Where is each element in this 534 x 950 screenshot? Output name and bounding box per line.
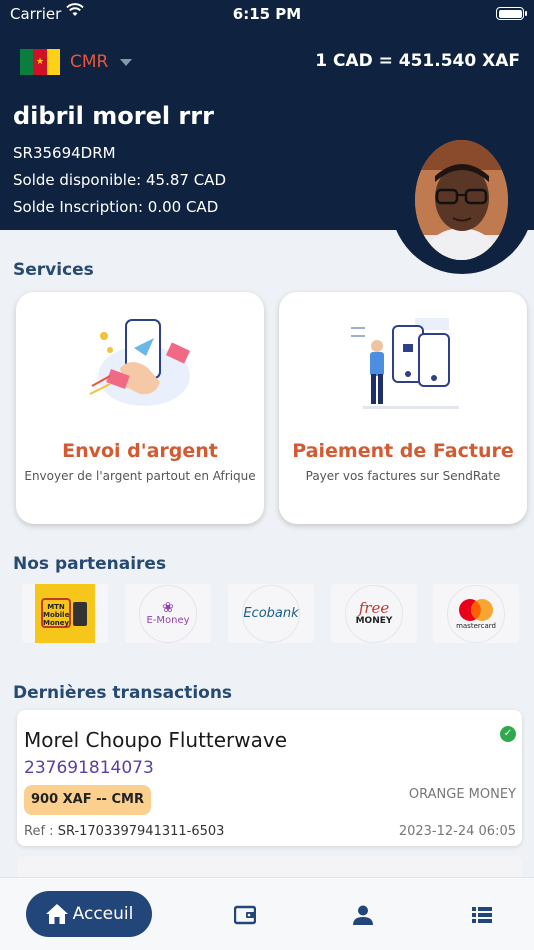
registration-balance: Solde Inscription: 0.00 CAD [13,198,219,216]
battery-icon [496,7,527,20]
partner-emoney[interactable]: ❀ E-Money [125,584,211,643]
wallet-icon[interactable] [233,904,257,926]
service-title: Paiement de Facture [292,440,514,462]
country-selector[interactable]: ★ CMR [20,49,133,75]
service-card-bill-payment[interactable]: Paiement de Facture Payer vos factures s… [279,292,527,524]
service-description: Envoyer de l'argent partout en Afrique [24,469,256,483]
country-code: CMR [70,52,109,72]
operator-label: ORANGE MONEY [408,787,516,802]
service-title: Envoi d'argent [62,440,218,462]
partner-mtn-mobile-money[interactable]: MTN Mobile Money [22,584,108,643]
exchange-rate: 1 CAD = 451.540 XAF [315,51,520,71]
chevron-down-icon [120,58,133,66]
services-title: Services [13,260,94,280]
cameroon-flag-icon: ★ [20,49,60,75]
user-name: dibril morel rrr [13,102,214,130]
amount-badge: 900 XAF -- CMR [24,785,151,815]
transaction-ref: Ref : SR-1703397941311-6503 [24,824,224,839]
free-logo: free [358,599,390,617]
mtn-logo: MTN Mobile Money [35,584,95,643]
profile-icon[interactable] [352,904,374,926]
ref-label: Ref : [24,824,54,839]
partner-mastercard[interactable]: mastercard [433,584,519,643]
transaction-date: 2023-12-24 06:05 [398,824,516,839]
mastercard-logo: mastercard [456,621,496,630]
service-card-send-money[interactable]: Envoi d'argent Envoyer de l'argent parto… [16,292,264,524]
nav-home-label: Acceuil [72,904,134,924]
lotus-icon: ❀ [162,600,174,616]
list-icon[interactable] [471,904,493,926]
status-bar: Carrier 6:15 PM [0,0,534,28]
partners-title: Nos partenaires [13,554,167,574]
mastercard-circles-icon [459,598,493,621]
transaction-card[interactable]: Morel Choupo Flutterwave ✓ 237691814073 … [17,710,522,846]
status-time: 6:15 PM [232,5,302,23]
mtn-logo-line2: Mobile [43,611,70,619]
money-logo: MONEY [355,616,393,626]
emoney-logo: E-Money [146,615,190,626]
bottom-nav: Acceuil [0,877,534,950]
home-icon [45,904,68,924]
ecobank-logo: Ecobank [243,606,299,621]
mtn-logo-line3: Money [43,619,70,627]
transactions-title: Dernières transactions [13,683,233,703]
account-id: SR35694DRM [13,144,116,162]
bill-payment-illustration-icon [343,316,463,410]
recipient-phone: 237691814073 [24,758,154,778]
recipient-name: Morel Choupo Flutterwave [24,728,288,752]
mtn-logo-line1: MTN [47,603,65,611]
partner-free-money[interactable]: free MONEY [331,584,417,643]
avatar[interactable] [415,140,508,260]
available-balance: Solde disponible: 45.87 CAD [13,171,226,189]
service-description: Payer vos factures sur SendRate [305,469,501,483]
success-check-icon: ✓ [500,726,516,742]
send-money-illustration-icon [80,316,200,410]
ref-value: SR-1703397941311-6503 [57,824,225,839]
nav-home-button[interactable]: Acceuil [26,891,152,937]
partner-ecobank[interactable]: Ecobank [228,584,314,643]
